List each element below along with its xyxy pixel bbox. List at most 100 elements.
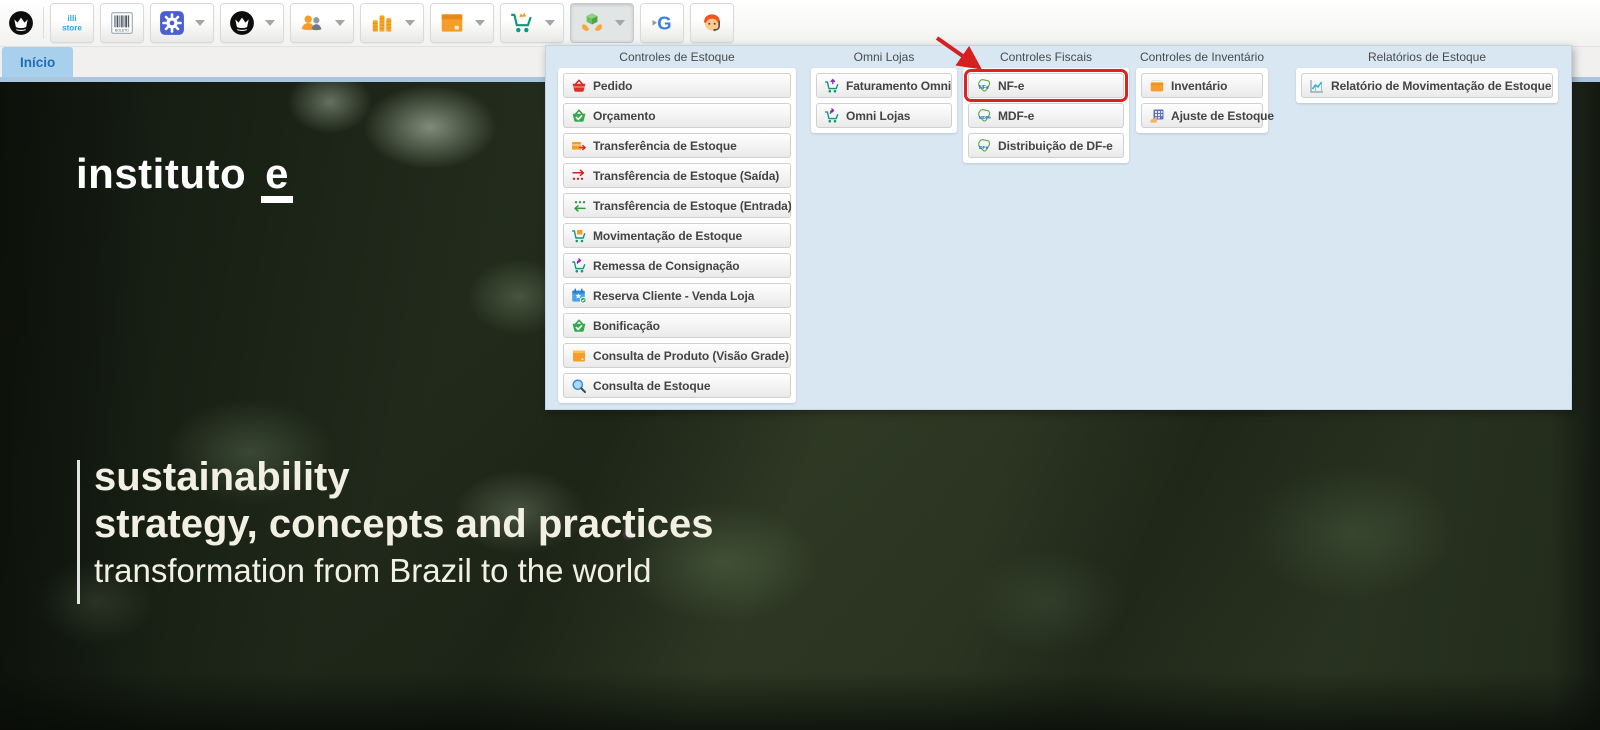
menu-item-relatorio-de-movimentacao-de-estoque[interactable]: Relatório de Movimentação de Estoque bbox=[1301, 73, 1553, 98]
arrow-out-red-icon bbox=[571, 168, 587, 184]
menu-column-card: Pedido Orçamento Transferência de Estoque T… bbox=[558, 68, 796, 403]
building-hand-icon bbox=[1149, 108, 1165, 124]
chevron-down-icon[interactable] bbox=[265, 20, 275, 26]
toolbar-products-box-button[interactable] bbox=[430, 3, 494, 43]
toolbar-illi-store-button[interactable]: illistore bbox=[50, 3, 94, 43]
menu-item-nf-e[interactable]: NFe NF-e bbox=[968, 73, 1124, 98]
hero-logo-e: e bbox=[261, 153, 293, 203]
cart-arrow-icon bbox=[824, 108, 840, 124]
menu-item-bonificacao[interactable]: Bonificação bbox=[563, 313, 791, 338]
menu-column-omni-lojas: Omni LojasFaturamento OmniOmni Lojas bbox=[811, 48, 957, 133]
menu-item-label: Omni Lojas bbox=[846, 109, 910, 123]
illi-store-logo-icon: illistore bbox=[59, 10, 85, 36]
toolbar-finance-chart-button[interactable] bbox=[360, 3, 424, 43]
menu-item-label: Relatório de Movimentação de Estoque bbox=[1331, 79, 1551, 93]
package-box-icon bbox=[439, 10, 465, 36]
menu-item-reserva-cliente-venda-loja[interactable]: Reserva Cliente - Venda Loja bbox=[563, 283, 791, 308]
chevron-down-icon[interactable] bbox=[615, 20, 625, 26]
menu-item-label: Orçamento bbox=[593, 109, 655, 123]
boleto-barcode-icon: BOLETO bbox=[109, 10, 135, 36]
menu-item-label: Distribuição de DF-e bbox=[998, 139, 1113, 153]
menu-item-label: Ajuste de Estoque bbox=[1171, 109, 1274, 123]
menu-item-label: Faturamento Omni bbox=[846, 79, 951, 93]
hero-logo: institutoe bbox=[76, 150, 293, 203]
menu-item-label: NF-e bbox=[998, 79, 1024, 93]
bar-chart-icon bbox=[369, 10, 395, 36]
menu-column-card: Relatório de Movimentação de Estoque bbox=[1296, 68, 1558, 103]
chevron-down-icon[interactable] bbox=[545, 20, 555, 26]
menu-item-label: Reserva Cliente - Venda Loja bbox=[593, 289, 754, 303]
tab-inicio[interactable]: Início bbox=[2, 47, 73, 77]
menu-item-transferencia-de-estoque-saida[interactable]: Transfêrencia de Estoque (Saída) bbox=[563, 163, 791, 188]
dfe-brazil-map-icon: DFe bbox=[976, 138, 992, 154]
toolbar-boleto-button[interactable]: BOLETO bbox=[100, 3, 144, 43]
menu-column-controles-de-inventario: Controles de Inventário Inventário Ajuste … bbox=[1136, 48, 1268, 133]
menu-item-transferencia-de-estoque-entrada[interactable]: Transfêrencia de Estoque (Entrada) bbox=[563, 193, 791, 218]
toolbar-crown-module-button[interactable] bbox=[220, 3, 284, 43]
cart-arrow-icon bbox=[571, 258, 587, 274]
toolbar-sync-button[interactable]: G bbox=[640, 3, 684, 43]
basket-red-icon bbox=[571, 78, 587, 94]
menu-item-label: Inventário bbox=[1171, 79, 1227, 93]
svg-text:DFe: DFe bbox=[979, 145, 988, 151]
menu-item-movimentacao-de-estoque[interactable]: Movimentação de Estoque bbox=[563, 223, 791, 248]
menu-column-card: NFe NF-e MDFeMDF-e DFe Distribuição de DF-e bbox=[963, 68, 1129, 163]
svg-text:G: G bbox=[657, 13, 671, 34]
app-window: illistore BOLETO G Início institutoe susta… bbox=[0, 0, 1600, 730]
menu-item-faturamento-omni[interactable]: Faturamento Omni bbox=[816, 73, 952, 98]
toolbar-support-button[interactable] bbox=[690, 3, 734, 43]
menu-column-title: Controles de Inventário bbox=[1136, 50, 1268, 64]
toolbar-stock-module-button[interactable] bbox=[570, 3, 634, 43]
estoque-mega-menu: Controles de Estoque Pedido Orçamento Trans… bbox=[545, 45, 1572, 410]
menu-item-label: Transfêrencia de Estoque (Entrada) bbox=[593, 199, 792, 213]
basket-green-icon bbox=[571, 108, 587, 124]
shopping-cart-icon bbox=[509, 10, 535, 36]
menu-item-transferencia-de-estoque[interactable]: Transferência de Estoque bbox=[563, 133, 791, 158]
menu-item-consulta-de-produto-visao-grade[interactable]: Consulta de Produto (Visão Grade) bbox=[563, 343, 791, 368]
nfe-brazil-map-icon: NFe bbox=[976, 78, 992, 94]
menu-item-label: Transfêrencia de Estoque (Saída) bbox=[593, 169, 779, 183]
gear-icon bbox=[159, 10, 185, 36]
menu-column-title: Controles Fiscais bbox=[963, 50, 1129, 64]
basket-green-icon bbox=[571, 318, 587, 334]
toolbar-settings-button[interactable] bbox=[150, 3, 214, 43]
people-group-icon bbox=[299, 10, 325, 36]
menu-item-distribuicao-de-df-e[interactable]: DFe Distribuição de DF-e bbox=[968, 133, 1124, 158]
menu-column-title: Relatórios de Estoque bbox=[1296, 50, 1558, 64]
box-orange-icon bbox=[571, 348, 587, 364]
chevron-down-icon[interactable] bbox=[335, 20, 345, 26]
menu-item-label: Movimentação de Estoque bbox=[593, 229, 742, 243]
menu-item-remessa-de-consignacao[interactable]: Remessa de Consignação bbox=[563, 253, 791, 278]
menu-item-inventario[interactable]: Inventário bbox=[1141, 73, 1263, 98]
crown-logo-icon bbox=[229, 10, 255, 36]
svg-text:NFe: NFe bbox=[979, 85, 989, 91]
cube-hands-icon bbox=[579, 10, 605, 36]
toolbar-sales-cart-button[interactable] bbox=[500, 3, 564, 43]
menu-item-pedido[interactable]: Pedido bbox=[563, 73, 791, 98]
chevron-down-icon[interactable] bbox=[405, 20, 415, 26]
menu-column-controles-fiscais: Controles Fiscais NFe NF-e MDFeMDF-e DFe Dist… bbox=[963, 48, 1129, 163]
menu-column-card: Inventário Ajuste de Estoque bbox=[1136, 68, 1268, 133]
toolbar-brand-crown-button[interactable] bbox=[5, 4, 37, 42]
cart-up-icon bbox=[824, 78, 840, 94]
menu-item-ajuste-de-estoque[interactable]: Ajuste de Estoque bbox=[1141, 103, 1263, 128]
calendar-star-icon bbox=[571, 288, 587, 304]
menu-item-label: Pedido bbox=[593, 79, 632, 93]
menu-column-title: Controles de Estoque bbox=[558, 50, 796, 64]
menu-item-omni-lojas[interactable]: Omni Lojas bbox=[816, 103, 952, 128]
menu-item-label: Consulta de Estoque bbox=[593, 379, 710, 393]
chevron-down-icon[interactable] bbox=[475, 20, 485, 26]
menu-item-label: Transferência de Estoque bbox=[593, 139, 737, 153]
svg-text:illi: illi bbox=[67, 14, 76, 23]
svg-text:MDFe: MDFe bbox=[979, 115, 991, 120]
menu-item-mdf-e[interactable]: MDFeMDF-e bbox=[968, 103, 1124, 128]
svg-text:store: store bbox=[62, 24, 82, 33]
magnifier-icon bbox=[571, 378, 587, 394]
chevron-down-icon[interactable] bbox=[195, 20, 205, 26]
toolbar-separator bbox=[43, 7, 44, 39]
hero-line1: sustainability bbox=[94, 454, 714, 501]
menu-item-consulta-de-estoque[interactable]: Consulta de Estoque bbox=[563, 373, 791, 398]
toolbar-people-button[interactable] bbox=[290, 3, 354, 43]
transfer-box-icon bbox=[571, 138, 587, 154]
menu-item-orcamento[interactable]: Orçamento bbox=[563, 103, 791, 128]
